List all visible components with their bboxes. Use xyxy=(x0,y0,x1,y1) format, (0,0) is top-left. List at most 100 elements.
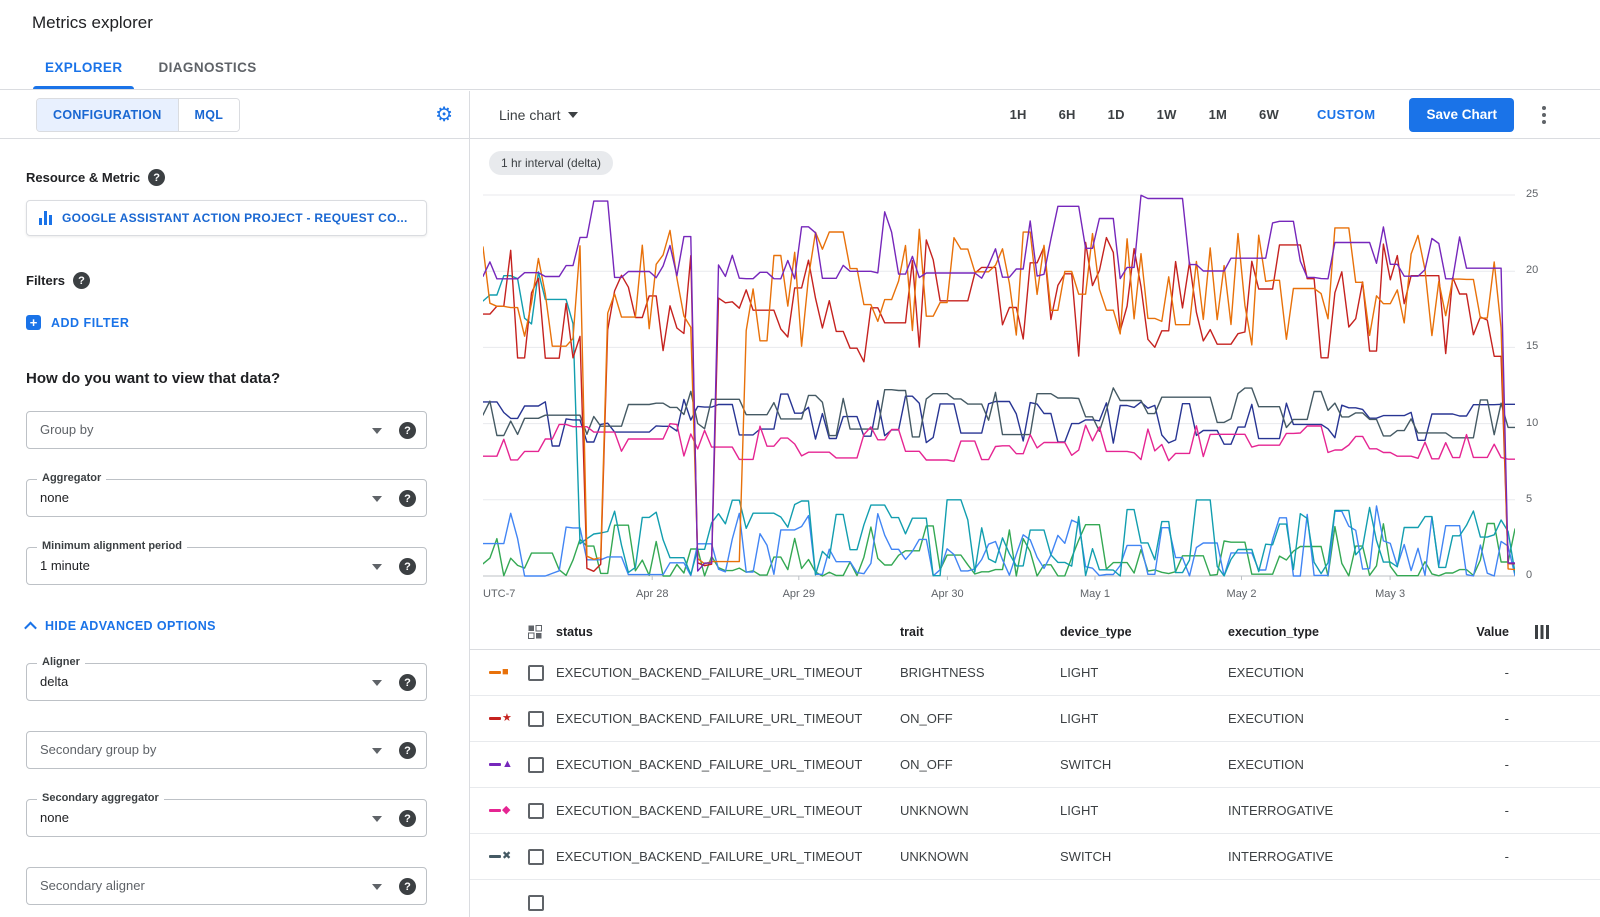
series-marker-icon: ▲ xyxy=(489,759,528,770)
line-chart[interactable] xyxy=(483,186,1515,580)
chevron-down-icon xyxy=(568,112,578,118)
chart-type-dropdown[interactable]: Line chart xyxy=(499,107,578,123)
kebab-menu-icon[interactable] xyxy=(1538,102,1550,128)
help-icon[interactable] xyxy=(399,490,416,507)
table-row: ◆ EXECUTION_BACKEND_FAILURE_URL_TIMEOUT … xyxy=(470,788,1600,834)
execution-type-cell: INTERROGATIVE xyxy=(1228,849,1468,864)
value-cell: - xyxy=(1468,757,1509,772)
help-icon[interactable] xyxy=(399,558,416,575)
series-marker-icon: ★ xyxy=(489,713,528,724)
device-type-cell: LIGHT xyxy=(1060,711,1228,726)
value-cell: - xyxy=(1468,849,1509,864)
tab-diagnostics[interactable]: DIAGNOSTICS xyxy=(140,46,274,89)
execution-type-cell: EXECUTION xyxy=(1228,665,1468,680)
gear-icon[interactable]: ⚙ xyxy=(435,105,453,125)
page-title: Metrics explorer xyxy=(32,13,153,33)
configuration-button[interactable]: CONFIGURATION xyxy=(37,99,178,131)
device-type-cell: SWITCH xyxy=(1060,849,1228,864)
group-by-select[interactable]: Group by xyxy=(26,411,427,449)
column-execution-type[interactable]: execution_type xyxy=(1228,625,1468,639)
column-status[interactable]: status xyxy=(556,625,900,639)
row-checkbox[interactable] xyxy=(528,803,544,819)
sidebar-body: Resource & Metric GOOGLE ASSISTANT ACTIO… xyxy=(0,139,469,905)
time-range-group: 1H 6H 1D 1W 1M 6W CUSTOM xyxy=(1010,107,1376,122)
help-icon[interactable] xyxy=(399,878,416,895)
add-filter-button[interactable]: ADD FILTER xyxy=(26,315,443,330)
table-header: status trait device_type execution_type … xyxy=(470,614,1600,650)
secondary-aggregator-select[interactable]: Secondary aggregator none xyxy=(26,799,427,837)
min-alignment-period-select[interactable]: Minimum alignment period 1 minute xyxy=(26,547,427,585)
status-cell: EXECUTION_BACKEND_FAILURE_URL_TIMEOUT xyxy=(556,803,900,818)
sidebar-toolbar: CONFIGURATION MQL ⚙ xyxy=(0,91,469,139)
chart-block: 1 hr interval (delta) 0510152025 UTC-7Ap… xyxy=(470,139,1600,614)
time-range-6h[interactable]: 6H xyxy=(1059,107,1076,122)
table-row: ▲ EXECUTION_BACKEND_FAILURE_URL_TIMEOUT … xyxy=(470,742,1600,788)
metric-selector-button[interactable]: GOOGLE ASSISTANT ACTION PROJECT - REQUES… xyxy=(26,200,427,236)
time-range-1d[interactable]: 1D xyxy=(1108,107,1125,122)
table-row: ✖ EXECUTION_BACKEND_FAILURE_URL_TIMEOUT … xyxy=(470,834,1600,880)
bar-chart-icon xyxy=(39,211,52,225)
aggregator-select[interactable]: Aggregator none xyxy=(26,479,427,517)
table-row-partial xyxy=(470,880,1600,917)
help-icon[interactable] xyxy=(399,422,416,439)
filters-label: Filters xyxy=(26,273,65,288)
add-filter-label: ADD FILTER xyxy=(51,316,129,330)
secondary-group-by-select[interactable]: Secondary group by xyxy=(26,731,427,769)
add-icon xyxy=(26,315,41,330)
device-type-cell: SWITCH xyxy=(1060,757,1228,772)
secondary-aligner-select[interactable]: Secondary aligner xyxy=(26,867,427,905)
mql-button[interactable]: MQL xyxy=(178,99,240,131)
app-header: Metrics explorer xyxy=(0,0,1600,46)
chart-toolbar: Line chart 1H 6H 1D 1W 1M 6W CUSTOM Save… xyxy=(470,91,1600,139)
column-settings-icon[interactable] xyxy=(1535,625,1549,639)
row-checkbox[interactable] xyxy=(528,849,544,865)
value-cell: - xyxy=(1468,665,1509,680)
row-checkbox[interactable] xyxy=(528,711,544,727)
trait-cell: ON_OFF xyxy=(900,711,1060,726)
series-table: status trait device_type execution_type … xyxy=(470,614,1600,917)
time-range-custom[interactable]: CUSTOM xyxy=(1317,107,1376,122)
tab-bar: EXPLORER DIAGNOSTICS xyxy=(0,46,1600,90)
series-marker-icon: ◆ xyxy=(489,805,528,816)
help-icon[interactable] xyxy=(73,272,90,289)
time-range-6w[interactable]: 6W xyxy=(1259,107,1279,122)
status-cell: EXECUTION_BACKEND_FAILURE_URL_TIMEOUT xyxy=(556,711,900,726)
mode-toggle: CONFIGURATION MQL xyxy=(36,98,240,132)
save-chart-button[interactable]: Save Chart xyxy=(1409,98,1514,132)
help-icon[interactable] xyxy=(148,169,165,186)
status-cell: EXECUTION_BACKEND_FAILURE_URL_TIMEOUT xyxy=(556,665,900,680)
column-device-type[interactable]: device_type xyxy=(1060,625,1228,639)
time-range-1w[interactable]: 1W xyxy=(1157,107,1177,122)
row-checkbox[interactable] xyxy=(528,665,544,681)
time-range-1m[interactable]: 1M xyxy=(1209,107,1227,122)
metric-selector-label: GOOGLE ASSISTANT ACTION PROJECT - REQUES… xyxy=(62,211,408,225)
trait-cell: UNKNOWN xyxy=(900,849,1060,864)
row-checkbox[interactable] xyxy=(528,895,544,911)
hide-advanced-options-toggle[interactable]: HIDE ADVANCED OPTIONS xyxy=(26,619,443,633)
chevron-down-icon xyxy=(372,496,382,502)
execution-type-cell: INTERROGATIVE xyxy=(1228,803,1468,818)
table-row: ★ EXECUTION_BACKEND_FAILURE_URL_TIMEOUT … xyxy=(470,696,1600,742)
trait-cell: UNKNOWN xyxy=(900,803,1060,818)
chevron-up-icon xyxy=(24,621,37,634)
view-data-question: How do you want to view that data? xyxy=(26,370,443,387)
chevron-down-icon xyxy=(372,748,382,754)
device-type-cell: LIGHT xyxy=(1060,665,1228,680)
chevron-down-icon xyxy=(372,680,382,686)
aligner-select[interactable]: Aligner delta xyxy=(26,663,427,701)
legend-grid-icon[interactable] xyxy=(528,625,556,639)
column-value[interactable]: Value xyxy=(1468,625,1509,639)
column-trait[interactable]: trait xyxy=(900,625,1060,639)
help-icon[interactable] xyxy=(399,810,416,827)
execution-type-cell: EXECUTION xyxy=(1228,757,1468,772)
value-cell: - xyxy=(1468,711,1509,726)
interval-chip: 1 hr interval (delta) xyxy=(489,151,613,175)
device-type-cell: LIGHT xyxy=(1060,803,1228,818)
help-icon[interactable] xyxy=(399,674,416,691)
value-cell: - xyxy=(1468,803,1509,818)
row-checkbox[interactable] xyxy=(528,757,544,773)
resource-metric-label: Resource & Metric xyxy=(26,170,140,185)
tab-explorer[interactable]: EXPLORER xyxy=(27,46,140,89)
time-range-1h[interactable]: 1H xyxy=(1010,107,1027,122)
help-icon[interactable] xyxy=(399,742,416,759)
